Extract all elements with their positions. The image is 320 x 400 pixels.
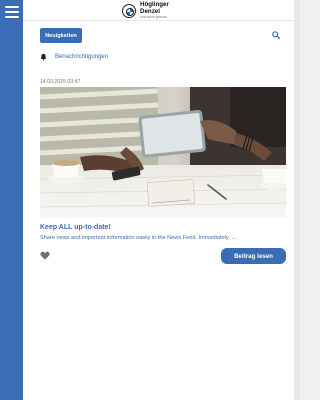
top-bar: Höglinger Denzel und seine genuss...	[23, 0, 294, 21]
search-icon[interactable]	[272, 31, 280, 39]
right-edge	[294, 0, 300, 400]
bmw-roundel-icon	[122, 3, 136, 18]
post-title[interactable]: Keep ALL up-to-date!	[40, 224, 111, 231]
main-content: Neuigkeiten Benachrichtigungen 14.03.202…	[23, 21, 294, 400]
brand-logo[interactable]: Höglinger Denzel und seine genuss...	[122, 1, 170, 20]
brand-text: Höglinger Denzel und seine genuss...	[140, 1, 170, 20]
brand-tagline: und seine genuss...	[140, 15, 170, 20]
read-post-button[interactable]: Beitrag lesen	[221, 248, 286, 264]
brand-name-line2: Denzel	[140, 7, 160, 15]
app-root: Höglinger Denzel und seine genuss... Neu…	[0, 0, 300, 400]
notifications-label: Benachrichtigungen	[55, 54, 109, 60]
hamburger-menu-icon[interactable]	[4, 4, 20, 20]
news-button[interactable]: Neuigkeiten	[40, 28, 82, 43]
post-excerpt: Share news and important information eas…	[40, 235, 237, 241]
post-image[interactable]	[40, 87, 286, 217]
post-timestamp: 14.03.2025 03:47	[40, 79, 81, 85]
sidebar	[0, 0, 23, 400]
bell-icon	[40, 53, 47, 61]
heart-icon[interactable]	[40, 251, 50, 260]
notifications-link[interactable]: Benachrichtigungen	[40, 53, 108, 61]
people-with-tablet-photo	[40, 87, 286, 217]
